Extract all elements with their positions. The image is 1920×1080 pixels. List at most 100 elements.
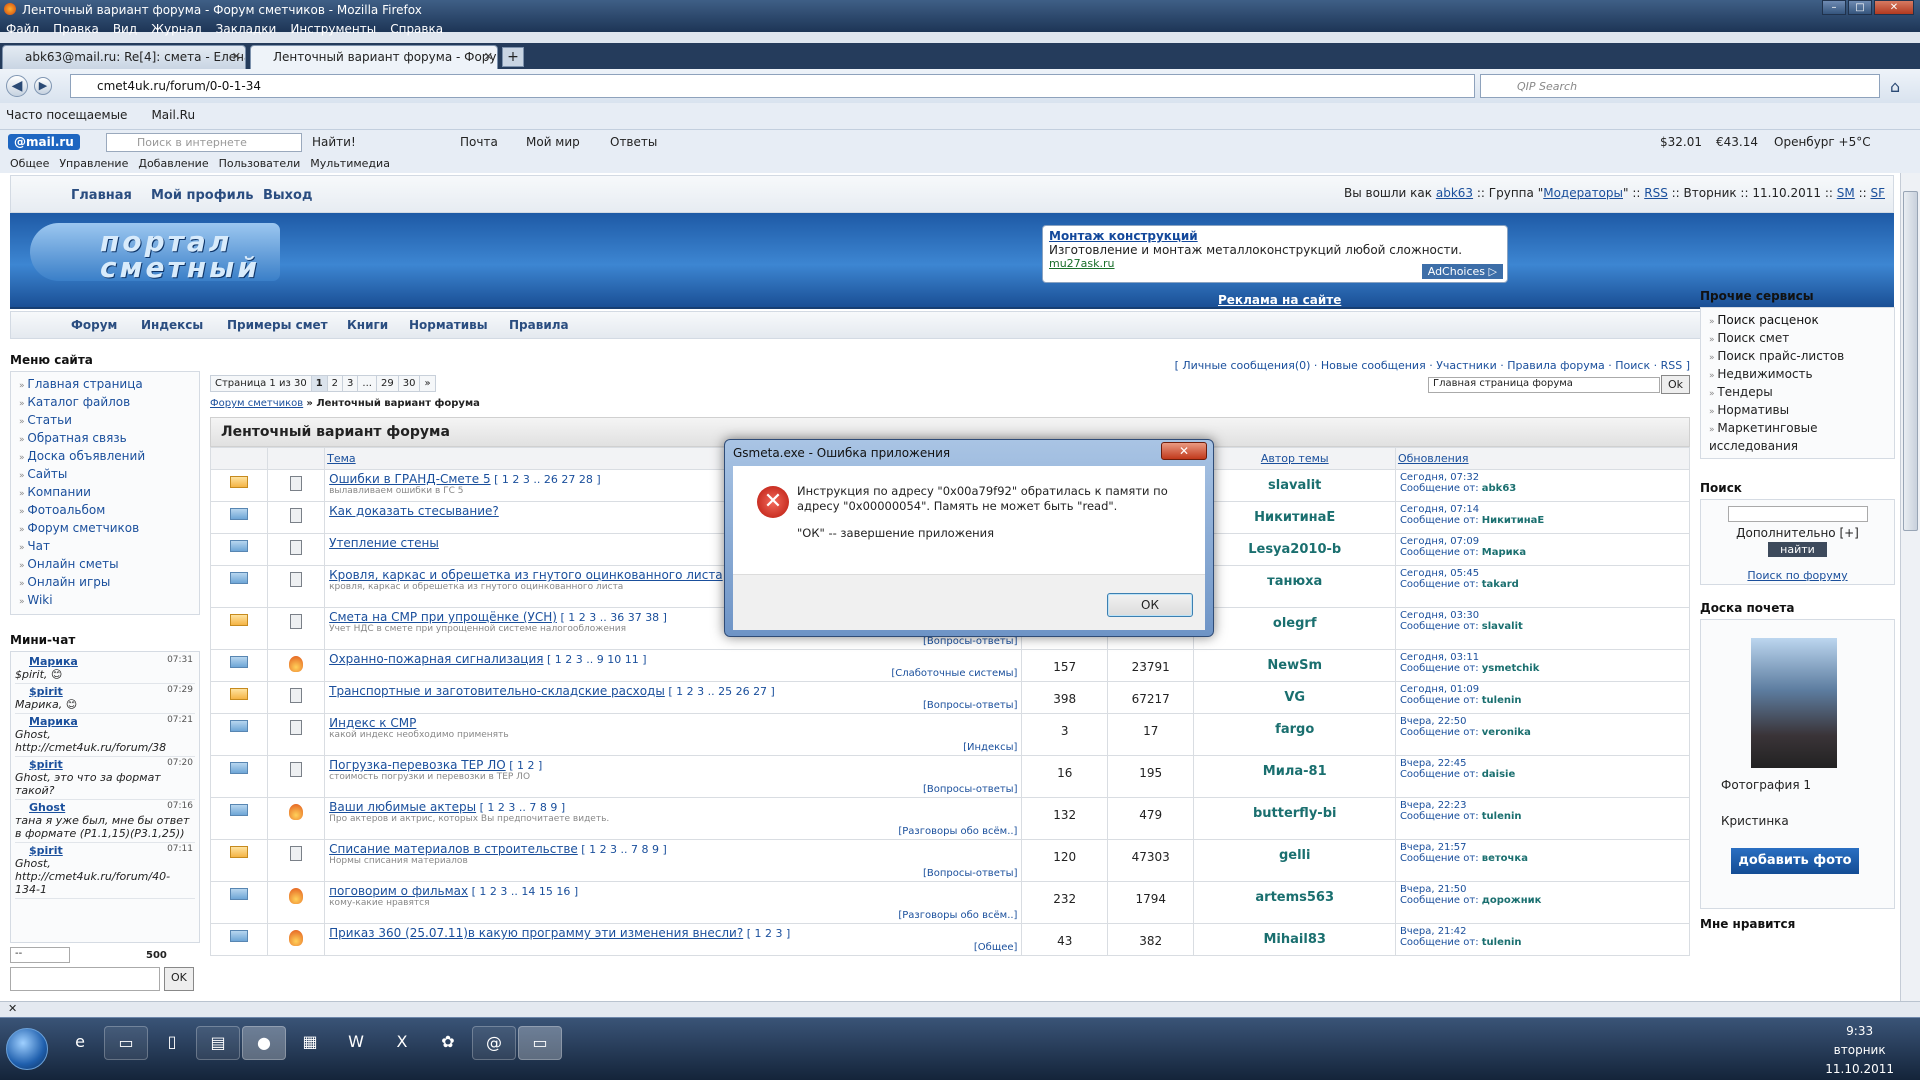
- topic-title[interactable]: Ваши любимые актеры: [329, 800, 476, 814]
- admin-add[interactable]: Добавление: [138, 157, 208, 173]
- site-logo[interactable]: портал сметный: [30, 223, 280, 282]
- mailru-search-input[interactable]: Поиск в интернете: [106, 133, 302, 152]
- topic-author[interactable]: Мила-81: [1193, 755, 1396, 798]
- update-time[interactable]: Вчера, 21:57: [1400, 842, 1685, 853]
- ad-on-site-link[interactable]: Реклама на сайте: [1218, 293, 1341, 307]
- topic-pages[interactable]: [ 1 2 ]: [509, 759, 542, 772]
- topic-pages[interactable]: [ 1 2 3 .. 36 37 38 ]: [560, 611, 667, 624]
- nav-rules[interactable]: Правила: [509, 318, 569, 332]
- admin-users[interactable]: Пользователи: [219, 157, 301, 173]
- topic-title[interactable]: Утепление стены: [329, 536, 439, 550]
- update-user[interactable]: veronika: [1482, 727, 1531, 738]
- mailru-find-button[interactable]: Найти!: [312, 135, 356, 149]
- user-link[interactable]: abk63: [1436, 186, 1473, 200]
- topic-author[interactable]: танюха: [1193, 565, 1396, 608]
- mailru-myworld-link[interactable]: Мой мир: [526, 135, 580, 149]
- system-clock[interactable]: 9:33 вторник 11.10.2011: [1825, 1022, 1894, 1079]
- breadcrumb-forum[interactable]: Форум сметчиков: [210, 398, 303, 409]
- topic-pages[interactable]: [ 1 2 3 .. 7 8 9 ]: [581, 843, 667, 856]
- bookmark-most-visited[interactable]: Часто посещаемые: [6, 108, 127, 129]
- update-user[interactable]: дорожник: [1482, 895, 1542, 906]
- update-user[interactable]: daisie: [1482, 769, 1516, 780]
- update-time[interactable]: Вчера, 21:42: [1400, 926, 1685, 937]
- topic-title[interactable]: Транспортные и заготовительно-складские …: [329, 684, 665, 698]
- topic-category[interactable]: [Слаботочные системы]: [891, 668, 1017, 679]
- update-time[interactable]: Сегодня, 03:30: [1400, 610, 1685, 621]
- update-time[interactable]: Сегодня, 03:11: [1400, 652, 1685, 663]
- topic-title[interactable]: Погрузка-перевозка ТЕР ЛО: [329, 758, 506, 772]
- topic-category[interactable]: [Вопросы-ответы]: [923, 868, 1018, 879]
- topic-pages[interactable]: [ 1 2 3 .. 9 10 11 ]: [547, 653, 647, 666]
- page-1[interactable]: 1: [310, 375, 328, 392]
- topic-title[interactable]: Индекс к СМР: [329, 716, 416, 730]
- topic-title[interactable]: Приказ 360 (25.07.11)в какую программу э…: [329, 926, 743, 940]
- topic-author[interactable]: butterfly-bi: [1193, 797, 1396, 840]
- update-time[interactable]: Сегодня, 01:09: [1400, 684, 1685, 695]
- topic-author[interactable]: gelli: [1193, 839, 1396, 882]
- window-icon[interactable]: ▤: [196, 1026, 240, 1060]
- update-time[interactable]: Сегодня, 07:32: [1400, 472, 1685, 483]
- ad-block[interactable]: Монтаж конструкций Изготовление и монтаж…: [1042, 225, 1508, 283]
- topic-author[interactable]: Lesya2010-b: [1193, 533, 1396, 566]
- update-user[interactable]: tulenin: [1482, 811, 1522, 822]
- update-time[interactable]: Вчера, 22:50: [1400, 716, 1685, 727]
- tab-forum[interactable]: Ленточный вариант форума - Фору... ✕: [250, 45, 498, 69]
- honor-photo-label[interactable]: Фотография 1: [1721, 778, 1811, 792]
- menu-history[interactable]: Журнал: [151, 22, 202, 36]
- update-user[interactable]: slavalit: [1482, 621, 1523, 632]
- nav-indexes[interactable]: Индексы: [141, 318, 203, 332]
- service-item[interactable]: Недвижимость: [1709, 366, 1886, 384]
- topic-pages[interactable]: [ 1 2 3 ]: [747, 927, 791, 940]
- ad-title[interactable]: Монтаж конструкций: [1049, 229, 1501, 243]
- header-author[interactable]: Автор темы: [1193, 447, 1396, 470]
- topic-category[interactable]: [Разговоры обо всём..]: [898, 826, 1017, 837]
- menu-item[interactable]: Главная страница: [19, 376, 191, 394]
- mailru-answers-link[interactable]: Ответы: [610, 135, 657, 149]
- topic-author[interactable]: olegrf: [1193, 607, 1396, 650]
- forum-top-links[interactable]: [ Личные сообщения(0) · Новые сообщения …: [1175, 359, 1690, 372]
- menu-help[interactable]: Справка: [390, 22, 443, 36]
- topic-author[interactable]: VG: [1193, 681, 1396, 714]
- update-user[interactable]: tulenin: [1482, 695, 1522, 706]
- update-time[interactable]: Вчера, 21:50: [1400, 884, 1685, 895]
- sm-link[interactable]: SM: [1837, 186, 1855, 200]
- topic-title[interactable]: Списание материалов в строительстве: [329, 842, 578, 856]
- close-tab-icon[interactable]: ✕: [232, 50, 241, 63]
- new-tab-button[interactable]: +: [502, 47, 524, 67]
- dialog-ok-button[interactable]: ОК: [1107, 593, 1193, 617]
- forum-jump-select[interactable]: Главная страница форума: [1428, 377, 1660, 393]
- update-time[interactable]: Сегодня, 07:09: [1400, 536, 1685, 547]
- forum-jump-ok[interactable]: Ok: [1660, 375, 1690, 394]
- topic-pages[interactable]: [ 1 2 3 .. 25 26 27 ]: [668, 685, 775, 698]
- service-item[interactable]: Поиск расценок: [1709, 312, 1886, 330]
- nav-home[interactable]: Главная: [71, 188, 132, 203]
- explorer-icon[interactable]: ▭: [104, 1026, 148, 1060]
- menu-tools[interactable]: Инструменты: [290, 22, 376, 36]
- menu-view[interactable]: Вид: [113, 22, 137, 36]
- ie-icon[interactable]: e: [58, 1026, 102, 1060]
- topic-title[interactable]: Смета на СМР при упрощёнке (УСН): [329, 610, 557, 624]
- menu-item[interactable]: Статьи: [19, 412, 191, 430]
- dialog-close-button[interactable]: ✕: [1161, 442, 1207, 460]
- menu-bookmarks[interactable]: Закладки: [216, 22, 277, 36]
- update-user[interactable]: Марика: [1482, 547, 1526, 558]
- topic-title[interactable]: Охранно-пожарная сигнализация: [329, 652, 543, 666]
- maximize-button[interactable]: □: [1848, 0, 1872, 15]
- minimize-button[interactable]: –: [1822, 0, 1846, 15]
- firefox-task-icon[interactable]: ●: [242, 1026, 286, 1060]
- topic-category[interactable]: [Общее]: [974, 942, 1018, 953]
- nav-norms[interactable]: Нормативы: [409, 318, 488, 332]
- update-user[interactable]: abk63: [1482, 483, 1516, 494]
- scrollbar-thumb[interactable]: [1903, 191, 1918, 531]
- close-findbar-icon[interactable]: ✕: [8, 1002, 17, 1015]
- bookmark-mailru[interactable]: Mail.Ru: [151, 108, 195, 129]
- update-time[interactable]: Вчера, 22:23: [1400, 800, 1685, 811]
- admin-manage[interactable]: Управление: [59, 157, 128, 173]
- update-user[interactable]: takard: [1482, 579, 1519, 590]
- page-3[interactable]: 3: [342, 375, 359, 392]
- document-icon[interactable]: ▯: [150, 1026, 194, 1060]
- menu-item[interactable]: Чат: [19, 538, 191, 556]
- topic-pages[interactable]: [ 1 2 3 .. 7 8 9 ]: [480, 801, 566, 814]
- update-user[interactable]: НикитинаЕ: [1482, 515, 1544, 526]
- menu-edit[interactable]: Правка: [53, 22, 99, 36]
